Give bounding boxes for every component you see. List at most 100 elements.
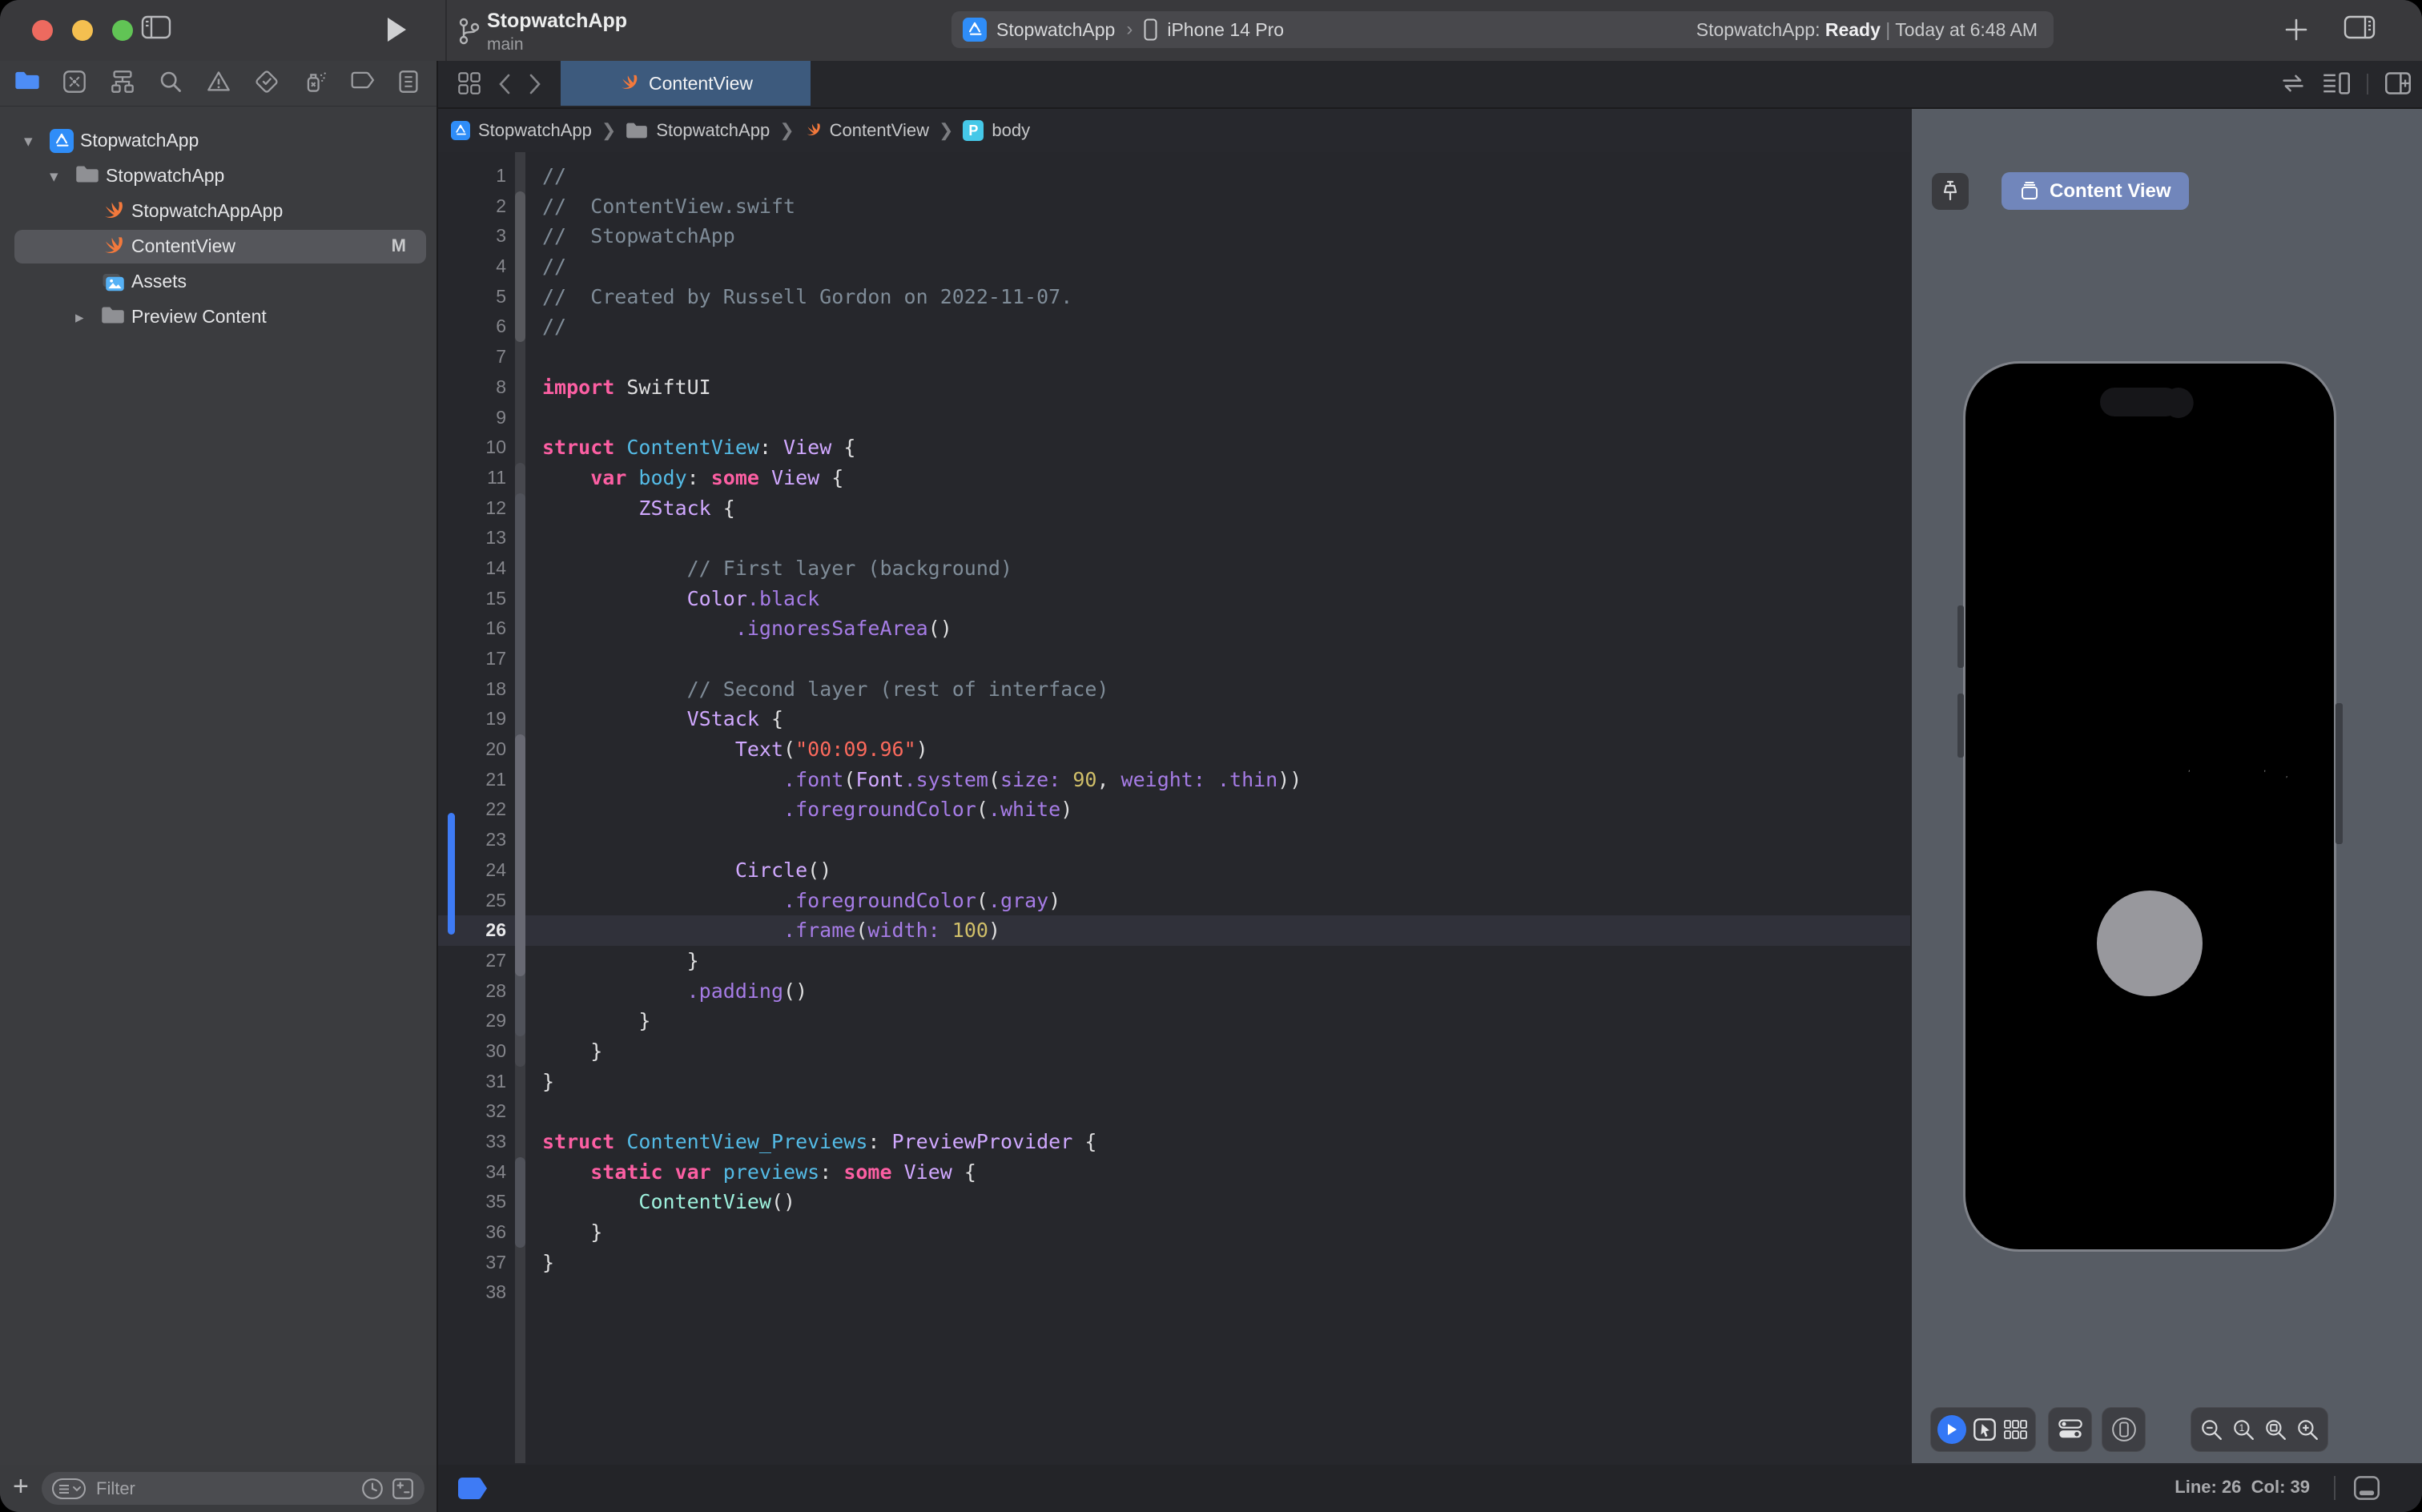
sidebar-item-stopwatchappapp[interactable]: StopwatchAppApp — [0, 194, 437, 229]
add-editor-icon[interactable] — [2384, 71, 2412, 95]
code-line-9[interactable]: 9 — [438, 403, 1910, 433]
line-number[interactable]: 1 — [438, 161, 506, 191]
code-line-13[interactable]: 13 — [438, 523, 1910, 553]
line-number[interactable]: 14 — [438, 553, 506, 584]
line-number[interactable]: 5 — [438, 282, 506, 312]
preview-device-button-small[interactable] — [2111, 1417, 2137, 1442]
code-line-4[interactable]: 4// — [438, 251, 1910, 282]
toggle-left-sidebar-icon[interactable] — [141, 14, 171, 40]
symbols-navigator-icon[interactable] — [111, 70, 136, 95]
code-line-22[interactable]: 22 .foregroundColor(.white) — [438, 794, 1910, 825]
code-line-31[interactable]: 31} — [438, 1067, 1910, 1097]
line-number[interactable]: 35 — [438, 1187, 506, 1217]
line-number[interactable]: 31 — [438, 1067, 506, 1097]
sidebar-item-stopwatchapp[interactable]: ▾StopwatchApp — [0, 159, 437, 194]
breadcrumb-group[interactable]: StopwatchApp — [626, 120, 770, 141]
run-button[interactable] — [384, 16, 408, 43]
source-control-change-bar[interactable] — [448, 813, 455, 935]
line-number[interactable]: 15 — [438, 584, 506, 614]
forward-icon[interactable] — [528, 73, 542, 95]
live-preview-button[interactable] — [1937, 1415, 1966, 1444]
code-line-17[interactable]: 17 — [438, 644, 1910, 674]
zoom-out-icon[interactable] — [2199, 1418, 2223, 1442]
issues-navigator-icon[interactable] — [207, 70, 232, 95]
code-line-28[interactable]: 28 .padding() — [438, 976, 1910, 1007]
code-line-34[interactable]: 34 static var previews: some View { — [438, 1157, 1910, 1188]
code-line-25[interactable]: 25 .foregroundColor(.gray) — [438, 886, 1910, 916]
related-items-icon[interactable] — [457, 71, 481, 95]
line-number[interactable]: 4 — [438, 251, 506, 282]
breadcrumb-symbol[interactable]: P body — [963, 120, 1030, 141]
sidebar-item-stopwatchapp[interactable]: ▾StopwatchApp — [0, 123, 437, 159]
code-line-23[interactable]: 23 — [438, 825, 1910, 855]
code-line-12[interactable]: 12 ZStack { — [438, 493, 1910, 524]
zoom-fit-icon[interactable] — [2263, 1418, 2287, 1442]
close-window-button[interactable] — [32, 20, 53, 41]
minimize-window-button[interactable] — [72, 20, 93, 41]
code-line-19[interactable]: 19 VStack { — [438, 704, 1910, 734]
code-line-10[interactable]: 10struct ContentView: View { — [438, 432, 1910, 463]
editor-bar-toggle-icon[interactable] — [2353, 1475, 2380, 1501]
code-line-24[interactable]: 24 Circle() — [438, 855, 1910, 886]
code-line-38[interactable]: 38 — [438, 1277, 1910, 1308]
fold-ribbon[interactable] — [515, 152, 525, 1463]
toggle-right-sidebar-icon[interactable] — [2344, 14, 2376, 40]
disclosure-chevron-down-icon[interactable]: ▾ — [24, 131, 33, 151]
line-number[interactable]: 34 — [438, 1157, 506, 1188]
code-line-20[interactable]: 20 Text("00:09.96") — [438, 734, 1910, 765]
code-line-11[interactable]: 11 var body: some View { — [438, 463, 1910, 493]
minimap-icon[interactable] — [2322, 71, 2351, 95]
line-number[interactable]: 9 — [438, 403, 506, 433]
source-editor[interactable]: 1//2// ContentView.swift3// StopwatchApp… — [438, 152, 1910, 1463]
line-number[interactable]: 36 — [438, 1217, 506, 1248]
line-number[interactable]: 28 — [438, 976, 506, 1007]
line-number[interactable]: 21 — [438, 765, 506, 795]
recent-files-clock-icon[interactable] — [360, 1477, 384, 1501]
adjust-editor-icon[interactable] — [2280, 71, 2306, 95]
source-control-navigator-icon[interactable] — [62, 70, 88, 95]
search-navigator-icon[interactable] — [159, 70, 184, 95]
source-control-status-icon[interactable] — [391, 1477, 415, 1501]
filter-field[interactable]: Filter — [42, 1472, 424, 1505]
zoom-100-icon[interactable]: 1 — [2231, 1418, 2255, 1442]
tests-navigator-icon[interactable] — [255, 70, 280, 95]
code-line-26[interactable]: 26 .frame(width: 100) — [438, 915, 1910, 946]
line-number[interactable]: 10 — [438, 432, 506, 463]
code-line-5[interactable]: 5// Created by Russell Gordon on 2022-11… — [438, 282, 1910, 312]
code-line-8[interactable]: 8import SwiftUI — [438, 372, 1910, 403]
line-number[interactable]: 8 — [438, 372, 506, 403]
code-line-35[interactable]: 35 ContentView() — [438, 1187, 1910, 1217]
stopwatch-circle[interactable] — [2097, 891, 2203, 996]
code-line-37[interactable]: 37} — [438, 1248, 1910, 1278]
line-number[interactable]: 12 — [438, 493, 506, 524]
breakpoints-navigator-icon[interactable] — [351, 70, 376, 95]
line-number[interactable]: 16 — [438, 613, 506, 644]
scheme-device-name[interactable]: iPhone 14 Pro — [1167, 19, 1284, 41]
scheme-app-name[interactable]: StopwatchApp — [996, 19, 1115, 41]
selectable-mode-button[interactable] — [1973, 1418, 1997, 1442]
line-number[interactable]: 13 — [438, 523, 506, 553]
line-number[interactable]: 19 — [438, 704, 506, 734]
line-number[interactable]: 37 — [438, 1248, 506, 1278]
sidebar-item-contentview[interactable]: ContentViewM — [0, 229, 437, 264]
code-line-21[interactable]: 21 .font(Font.system(size: 90, weight: .… — [438, 765, 1910, 795]
reports-navigator-icon[interactable] — [397, 70, 423, 95]
zoom-window-button[interactable] — [112, 20, 133, 41]
code-line-29[interactable]: 29 } — [438, 1006, 1910, 1036]
preview-device-button[interactable]: Content View — [2002, 172, 2189, 210]
breadcrumb-project[interactable]: StopwatchApp — [451, 120, 592, 141]
line-number[interactable]: 30 — [438, 1036, 506, 1067]
code-line-33[interactable]: 33struct ContentView_Previews: PreviewPr… — [438, 1127, 1910, 1157]
project-navigator-icon[interactable] — [14, 70, 40, 95]
variants-mode-button[interactable] — [2003, 1418, 2029, 1442]
code-line-2[interactable]: 2// ContentView.swift — [438, 191, 1910, 222]
sidebar-item-preview-content[interactable]: ▸Preview Content — [0, 300, 437, 335]
line-number[interactable]: 6 — [438, 312, 506, 342]
code-line-6[interactable]: 6// — [438, 312, 1910, 342]
code-line-36[interactable]: 36 } — [438, 1217, 1910, 1248]
line-number[interactable]: 11 — [438, 463, 506, 493]
disclosure-chevron-right-icon[interactable]: ▸ — [75, 308, 84, 328]
device-settings-button[interactable] — [2058, 1418, 2083, 1441]
code-line-3[interactable]: 3// StopwatchApp — [438, 221, 1910, 251]
code-line-15[interactable]: 15 Color.black — [438, 584, 1910, 614]
